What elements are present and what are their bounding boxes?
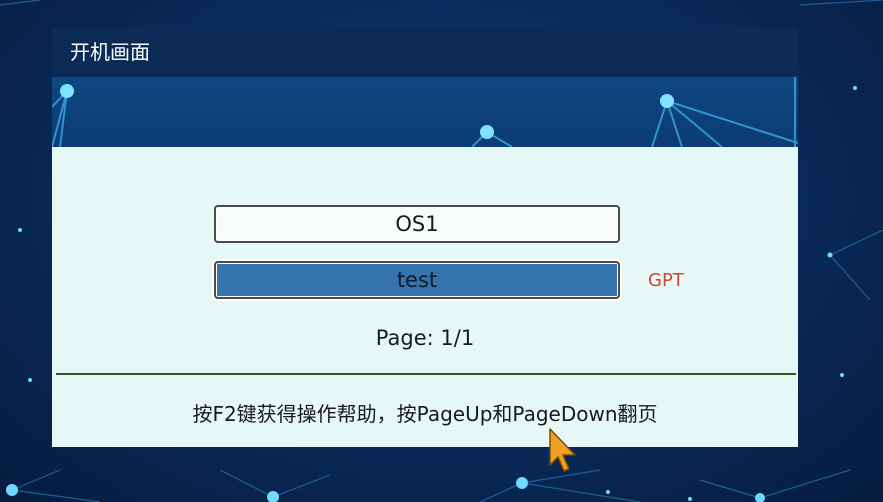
help-text: 按F2键获得操作帮助，按PageUp和PageDown翻页 [192,402,658,426]
mouse-pointer-icon [549,428,576,472]
divider [56,373,796,375]
boot-entry-test[interactable]: test [214,261,620,299]
boot-menu-panel: OS1 test GPT Page: 1/1 按F2键获得操作帮助，按PageU… [52,147,798,447]
banner-network-graphic [52,77,798,147]
banner-network-icon [52,77,798,147]
boot-entry-os1[interactable]: OS1 [214,205,620,243]
page-indicator: Page: 1/1 [375,326,475,350]
window-title: 开机画面 [52,27,798,77]
partition-type-badge: GPT [648,270,684,291]
boot-menu-window: 开机画面 OS1 test GPT Page: 1/1 按F2键获得操作帮助，按… [52,27,798,447]
